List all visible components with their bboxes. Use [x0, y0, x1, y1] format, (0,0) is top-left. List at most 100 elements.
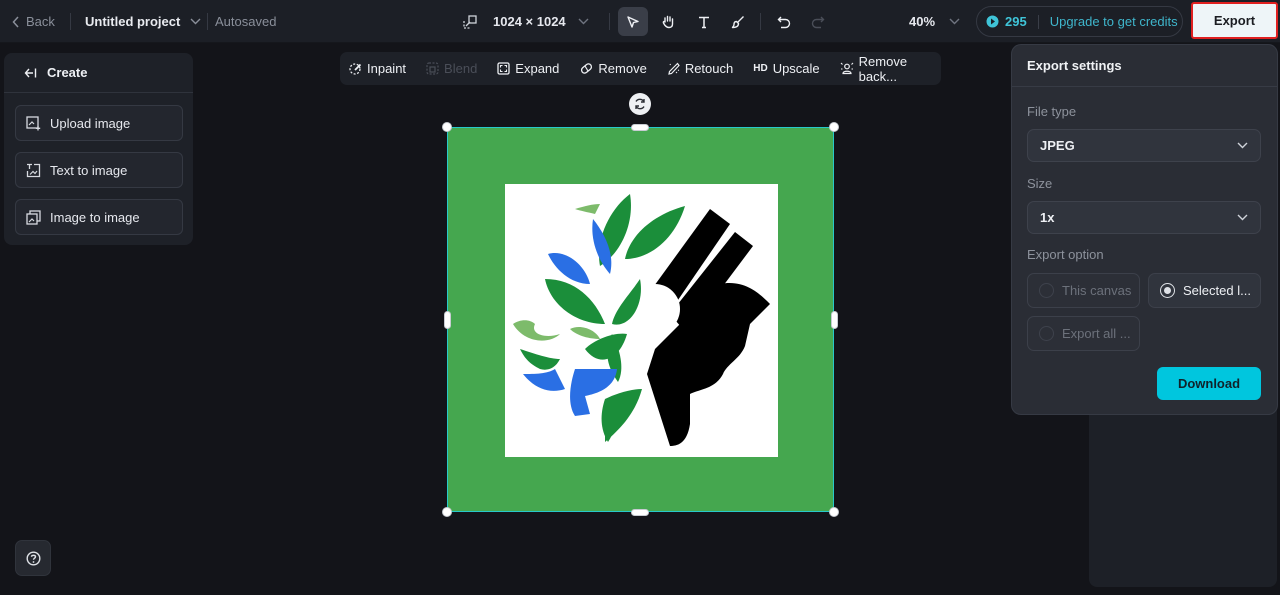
upload-image-icon — [26, 115, 41, 131]
retouch-button[interactable]: Retouch — [667, 61, 733, 76]
blend-icon — [426, 62, 439, 75]
create-panel: Create Upload image Text to image Image … — [4, 53, 193, 245]
divider — [1037, 14, 1039, 29]
text-to-image-button[interactable]: Text to image — [15, 152, 183, 188]
create-panel-header[interactable]: Create — [4, 53, 193, 93]
radio-checked — [1160, 283, 1175, 298]
credit-coin-icon — [986, 15, 999, 28]
text-to-image-label: Text to image — [50, 162, 128, 178]
export-button[interactable]: Export — [1191, 2, 1278, 39]
undo-icon — [777, 15, 791, 29]
image-to-image-label: Image to image — [50, 209, 140, 225]
blend-button[interactable]: Blend — [426, 61, 477, 76]
top-bar: Back Untitled project Autosaved 1024 × 1… — [0, 0, 1280, 43]
inpaint-button[interactable]: Inpaint — [349, 61, 406, 76]
chevron-left-icon — [12, 15, 20, 28]
option-export-all[interactable]: Export all ... — [1027, 316, 1140, 351]
resize-handle-bottom-left[interactable] — [442, 507, 452, 517]
upload-image-button[interactable]: Upload image — [15, 105, 183, 141]
canvas-size-dropdown[interactable]: 1024 × 1024 — [463, 0, 589, 43]
image-to-image-icon — [26, 209, 41, 225]
resize-handle-left[interactable] — [444, 311, 451, 329]
resize-handle-right[interactable] — [831, 311, 838, 329]
text-tool-button[interactable] — [689, 7, 719, 36]
help-button[interactable] — [15, 540, 51, 576]
undo-button[interactable] — [769, 7, 799, 36]
inpaint-label: Inpaint — [367, 61, 407, 76]
file-type-select[interactable]: JPEG — [1027, 129, 1261, 162]
export-settings-panel: Export settings File type JPEG Size 1x E… — [1011, 44, 1278, 415]
retouch-icon — [667, 62, 680, 75]
canvas-image-selection[interactable] — [447, 127, 834, 512]
divider — [609, 13, 610, 30]
help-icon — [25, 550, 41, 566]
hd-icon: HD — [753, 63, 768, 74]
back-label: Back — [26, 14, 55, 29]
retouch-label: Retouch — [684, 61, 734, 76]
resize-handle-top[interactable] — [631, 124, 649, 131]
chevron-down-icon — [1237, 142, 1248, 149]
blend-label: Blend — [444, 61, 478, 76]
expand-button[interactable]: Expand — [497, 61, 559, 76]
remove-background-label: Remove back... — [858, 53, 908, 84]
chevron-down-icon — [578, 18, 589, 25]
resize-icon — [463, 14, 477, 29]
download-button[interactable]: Download — [1157, 367, 1261, 400]
file-type-value: JPEG — [1040, 138, 1075, 153]
inpaint-icon — [349, 62, 362, 75]
brush-tool-button[interactable] — [723, 7, 753, 36]
zoom-level: 40% — [909, 14, 936, 29]
divider — [70, 13, 71, 30]
hand-icon — [661, 14, 676, 29]
text-icon — [697, 15, 711, 29]
chevron-down-icon — [190, 18, 201, 25]
text-to-image-icon — [26, 163, 41, 178]
size-select[interactable]: 1x — [1027, 201, 1261, 234]
option-selected-layers[interactable]: Selected l... — [1148, 273, 1261, 308]
remove-label: Remove — [598, 61, 647, 76]
create-title: Create — [47, 65, 88, 80]
radio-unchecked — [1039, 283, 1054, 298]
expand-icon — [497, 62, 510, 75]
size-value: 1x — [1040, 210, 1055, 225]
canvas-size: 1024 × 1024 — [493, 14, 566, 29]
divider — [207, 13, 208, 30]
select-tool-button[interactable] — [618, 7, 648, 36]
redo-button[interactable] — [803, 7, 833, 36]
credits-pill[interactable]: 295 Upgrade to get credits — [976, 6, 1183, 37]
resize-handle-top-left[interactable] — [442, 122, 452, 132]
radio-unchecked — [1039, 326, 1054, 341]
resize-handle-bottom-right[interactable] — [829, 507, 839, 517]
upscale-button[interactable]: HD Upscale — [753, 61, 819, 76]
credits-count: 295 — [1005, 14, 1027, 29]
back-button[interactable]: Back — [12, 0, 55, 43]
rotate-icon — [633, 97, 647, 111]
expand-label: Expand — [515, 61, 560, 76]
resize-handle-bottom[interactable] — [631, 509, 649, 516]
zoom-dropdown[interactable]: 40% — [909, 0, 960, 43]
hand-tool-button[interactable] — [653, 7, 683, 36]
cursor-icon — [626, 15, 640, 29]
export-settings-title: Export settings — [1012, 45, 1277, 87]
size-label: Size — [1027, 176, 1053, 191]
option-label: Selected l... — [1183, 283, 1251, 298]
upscale-label: Upscale — [772, 61, 820, 76]
option-label: Export all ... — [1062, 326, 1131, 341]
option-label: This canvas — [1062, 283, 1132, 298]
option-this-canvas[interactable]: This canvas — [1027, 273, 1140, 308]
remove-button[interactable]: Remove — [579, 61, 647, 76]
edit-toolbar: Inpaint Blend Expand Remove Retouch HD U… — [340, 52, 941, 85]
resize-handle-top-right[interactable] — [829, 122, 839, 132]
chevron-down-icon — [1237, 214, 1248, 221]
upgrade-link[interactable]: Upgrade to get credits — [1050, 14, 1178, 29]
project-title-dropdown[interactable]: Untitled project — [85, 0, 201, 43]
collapse-left-icon — [24, 67, 37, 79]
upload-image-label: Upload image — [50, 115, 131, 131]
logo-image — [505, 184, 778, 457]
rotate-handle[interactable] — [629, 93, 651, 115]
remove-background-button[interactable]: Remove back... — [840, 54, 921, 84]
redo-icon — [811, 15, 825, 29]
save-status: Autosaved — [215, 14, 277, 29]
export-option-label: Export option — [1027, 247, 1104, 262]
image-to-image-button[interactable]: Image to image — [15, 199, 183, 235]
